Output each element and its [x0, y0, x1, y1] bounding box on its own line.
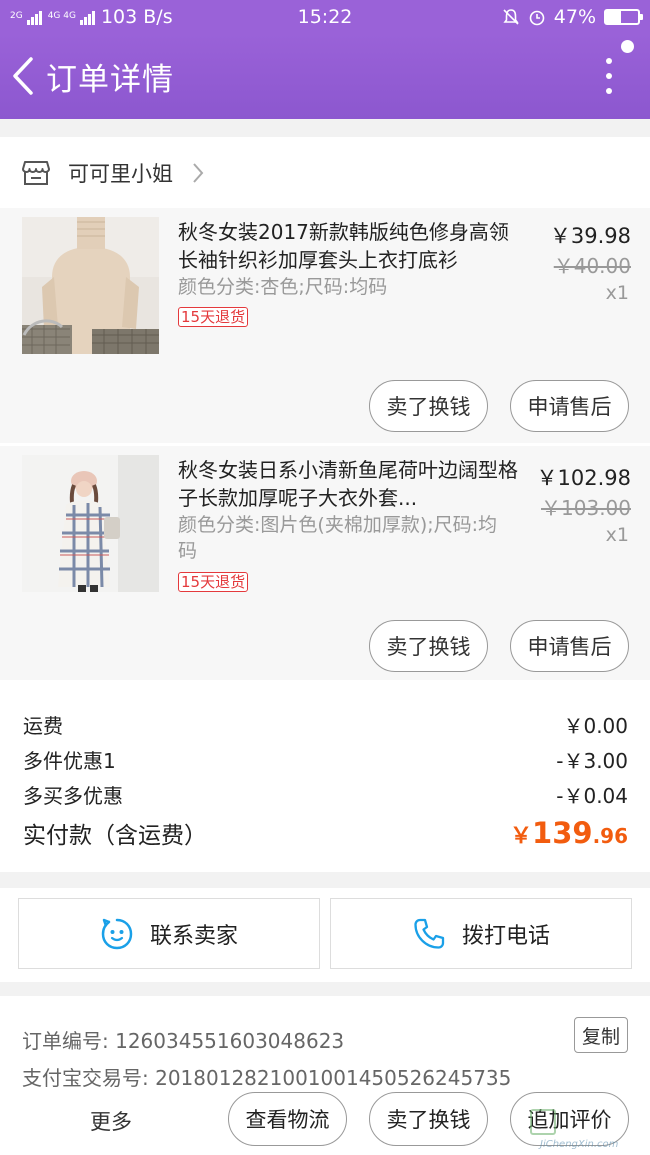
chat-face-icon	[101, 918, 133, 949]
contact-seller-button[interactable]: 联系卖家	[18, 898, 320, 969]
product-price: ￥102.98	[536, 466, 631, 490]
chevron-right-icon	[193, 162, 204, 183]
after-sales-button[interactable]: 申请售后	[510, 620, 629, 672]
product-spec: 颜色分类:杏色;尺码:均码	[178, 276, 388, 298]
contact-seller-label: 联系卖家	[149, 923, 238, 949]
product-spec: 颜色分类:图片色(夹棉加厚款);尺码:均码	[178, 514, 498, 562]
alarm-icon	[529, 10, 545, 25]
page-title: 订单详情	[46, 61, 174, 98]
total-amount: ￥139.96	[510, 816, 628, 850]
resell-button[interactable]: 卖了换钱	[369, 1092, 488, 1146]
back-button[interactable]	[0, 33, 46, 119]
total-currency: ￥	[510, 824, 533, 849]
price-summary: 运费 ￥0.00 多件优惠1 -￥3.00 多买多优惠 -￥0.04 实付款（含…	[0, 680, 650, 872]
status-right: 47%	[502, 5, 643, 28]
return-policy-badge: 15天退货	[178, 572, 249, 592]
discount1-label: 多件优惠1	[23, 749, 116, 773]
product-price: ￥39.98	[549, 224, 631, 248]
product-quantity: x1	[605, 282, 629, 304]
copy-button[interactable]: 复制	[574, 1017, 628, 1053]
dot-icon	[606, 73, 612, 79]
total-label: 实付款（含运费）	[23, 823, 207, 849]
call-phone-button[interactable]: 拨打电话	[330, 898, 632, 969]
more-link[interactable]: 更多	[90, 1106, 132, 1136]
view-logistics-button[interactable]: 查看物流	[228, 1092, 347, 1146]
contact-section: 联系卖家 拨打电话	[0, 888, 650, 982]
shipping-label: 运费	[23, 714, 63, 738]
product-title[interactable]: 秋冬女装日系小清新鱼尾荷叶边阔型格子长款加厚呢子大衣外套...	[178, 456, 518, 512]
discount1-value: -￥3.00	[556, 749, 628, 773]
resell-button[interactable]: 卖了换钱	[369, 380, 488, 432]
alipay-transaction-number: 支付宝交易号: 2018012821001001450526245735	[22, 1066, 512, 1090]
bottom-action-bar: 更多 查看物流 卖了换钱 追加评价	[0, 1090, 650, 1155]
store-icon	[22, 160, 50, 185]
network-type-2: 4G 4G	[47, 11, 76, 21]
phone-icon	[414, 918, 445, 949]
order-item[interactable]: 秋冬女装日系小清新鱼尾荷叶边阔型格子长款加厚呢子大衣外套... 颜色分类:图片色…	[0, 443, 650, 680]
status-left: 2G 4G 4G 103 B/s	[10, 6, 173, 28]
product-original-price: ￥40.00	[553, 254, 631, 278]
status-bar: 2G 4G 4G 103 B/s 15:22 47%	[0, 0, 650, 33]
chevron-left-icon	[13, 57, 33, 95]
order-number: 订单编号: 126034551603048623	[22, 1029, 345, 1053]
discount2-value: -￥0.04	[556, 784, 628, 808]
mute-bell-icon	[503, 8, 519, 25]
network-speed: 103 B/s	[100, 5, 173, 28]
network-type: 2G	[10, 11, 23, 21]
product-photo-coat	[22, 455, 159, 592]
battery-fill	[606, 10, 622, 23]
after-sales-button[interactable]: 申请售后	[510, 380, 629, 432]
dot-icon	[606, 88, 612, 94]
product-title[interactable]: 秋冬女装2017新款韩版纯色修身高领长袖针织衫加厚套头上衣打底衫	[178, 218, 518, 274]
product-quantity: x1	[605, 524, 629, 546]
call-phone-label: 拨打电话	[461, 923, 550, 949]
battery-icon	[604, 8, 643, 25]
discount-row: 多买多优惠 -￥0.04	[23, 780, 628, 809]
total-integer: 139	[532, 816, 593, 850]
signal-icon-2	[79, 9, 95, 25]
resell-button[interactable]: 卖了换钱	[369, 620, 488, 672]
shop-name: 可可里小姐	[68, 161, 173, 186]
notification-dot	[621, 40, 634, 53]
dot-icon	[606, 58, 612, 64]
product-image[interactable]	[22, 217, 159, 354]
add-review-button[interactable]: 追加评价	[510, 1092, 629, 1146]
shipping-row: 运费 ￥0.00	[23, 710, 628, 739]
shop-row[interactable]: 可可里小姐	[0, 137, 650, 208]
discount-row: 多件优惠1 -￥3.00	[23, 745, 628, 774]
order-item[interactable]: 秋冬女装2017新款韩版纯色修身高领长袖针织衫加厚套头上衣打底衫 颜色分类:杏色…	[0, 208, 650, 445]
more-menu-button[interactable]	[594, 33, 624, 119]
discount2-label: 多买多优惠	[23, 784, 123, 808]
nav-bar: 订单详情	[0, 33, 650, 119]
shipping-value: ￥0.00	[563, 714, 628, 738]
return-policy-badge: 15天退货	[178, 307, 249, 327]
total-row: 实付款（含运费） ￥139.96	[23, 816, 628, 850]
product-photo-sweater	[22, 217, 159, 354]
product-original-price: ￥103.00	[541, 496, 631, 520]
battery-percent: 47%	[553, 5, 596, 28]
product-image[interactable]	[22, 455, 159, 592]
total-decimal: .96	[592, 824, 628, 848]
signal-icon	[26, 9, 42, 25]
